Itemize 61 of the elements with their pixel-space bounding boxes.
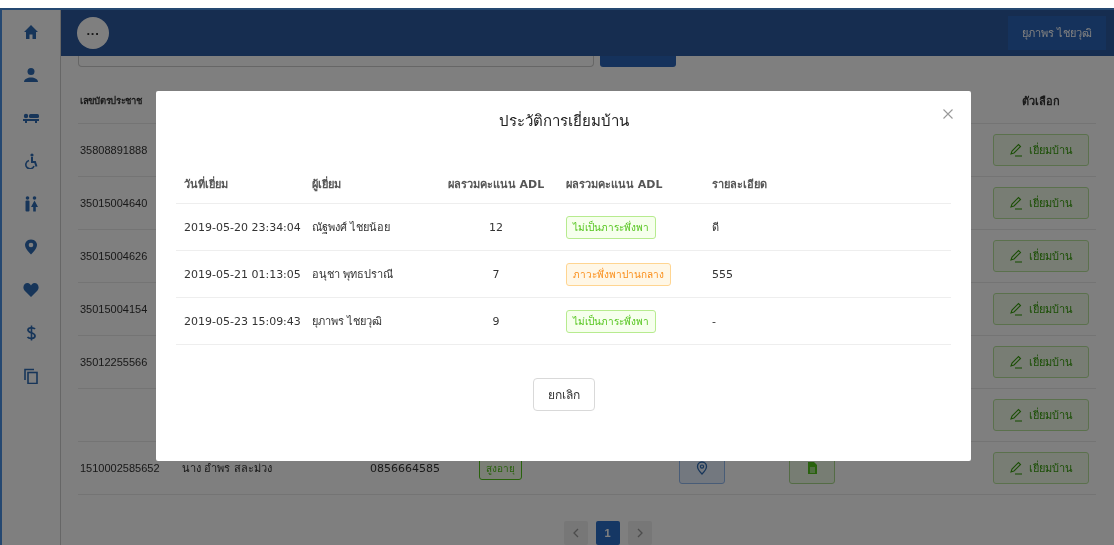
- home-visit-button[interactable]: เยี่ยมบ้าน: [993, 134, 1089, 166]
- column-header: รายละเอียด: [712, 177, 768, 193]
- pencil-icon: [1009, 408, 1023, 422]
- adl-score: 9: [491, 314, 501, 328]
- visit-detail: 555: [712, 267, 734, 281]
- pencil-icon: [1009, 355, 1023, 369]
- column-header: วันที่เยี่ยม: [183, 175, 229, 193]
- home-visit-button[interactable]: เยี่ยมบ้าน: [993, 293, 1089, 325]
- visit-date: 2019-05-20 23:34:04: [183, 220, 302, 234]
- search-field[interactable]: [78, 56, 594, 68]
- id-number: 35015004154: [80, 303, 148, 315]
- home-visit-button[interactable]: เยี่ยมบ้าน: [993, 399, 1089, 431]
- visit-detail: ดี: [712, 220, 720, 236]
- people-icon[interactable]: [23, 196, 39, 212]
- adl-score: 7: [491, 267, 501, 281]
- phone-number: 0856664585: [370, 461, 441, 475]
- home-visit-button[interactable]: เยี่ยมบ้าน: [993, 346, 1089, 378]
- menu-button[interactable]: ···: [77, 17, 109, 50]
- column-header: ผลรวมคะแนน ADL: [446, 177, 546, 193]
- location-pin-icon[interactable]: [23, 239, 39, 255]
- pencil-icon: [1009, 143, 1023, 157]
- chevron-left-icon: [571, 528, 580, 538]
- visitor-name: ยุภาพร ไชยวุฒิ: [312, 314, 384, 330]
- search-button[interactable]: [600, 56, 676, 68]
- id-number: 35015004626: [80, 250, 148, 262]
- page-button[interactable]: 1: [595, 521, 620, 545]
- close-icon[interactable]: [943, 109, 953, 119]
- visit-date: 2019-05-21 01:13:05: [183, 267, 302, 281]
- heart-icon[interactable]: [23, 282, 39, 298]
- id-number: 35808891888: [80, 144, 148, 156]
- column-header: ตัวเลือก: [1021, 93, 1061, 110]
- pencil-icon: [1009, 302, 1023, 316]
- visitor-name: ณัฐพงศ์ ไชยน้อย: [312, 220, 392, 236]
- visit-date: 2019-05-23 15:09:43: [183, 314, 302, 328]
- user-icon[interactable]: [23, 67, 39, 83]
- copy-icon[interactable]: [23, 368, 39, 384]
- cancel-button[interactable]: ยกเลิก: [532, 378, 595, 411]
- id-number: 35012255566: [80, 356, 148, 368]
- id-number: 35015004640: [80, 197, 148, 209]
- pencil-icon: [1009, 249, 1023, 263]
- chevron-right-icon: [635, 528, 644, 538]
- home-visit-button[interactable]: เยี่ยมบ้าน: [993, 240, 1089, 272]
- home-icon[interactable]: [23, 24, 39, 40]
- modal-title: ประวัติการเยี่ยมบ้าน: [498, 110, 629, 132]
- visit-detail: -: [712, 314, 717, 328]
- column-header: ผลรวมคะแนน ADL: [565, 177, 664, 193]
- id-number: 1510002585652: [80, 462, 160, 474]
- pencil-icon: [1009, 461, 1023, 475]
- user-button[interactable]: ยุภาพร ไชยวุฒิ: [1007, 16, 1106, 51]
- status-tag: ไม่เป็นภาระพึ่งพา: [566, 215, 656, 239]
- column-header: ผู้เยี่ยม: [312, 175, 342, 193]
- column-header: เลขบัตรประชาช: [79, 94, 143, 108]
- pencil-icon: [1009, 196, 1023, 210]
- status-tag: ไม่เป็นภาระพึ่งพา: [566, 309, 656, 333]
- adl-score: 12: [488, 220, 504, 234]
- home-visit-button[interactable]: เยี่ยมบ้าน: [993, 452, 1089, 484]
- status-tag: ภาวะพึ่งพาปานกลาง: [566, 262, 671, 286]
- location-pin-icon: [695, 461, 709, 475]
- visitor-name: อนุชา พุทธปราณี: [312, 267, 395, 283]
- wheelchair-icon[interactable]: [23, 153, 39, 169]
- home-visit-button[interactable]: เยี่ยมบ้าน: [993, 187, 1089, 219]
